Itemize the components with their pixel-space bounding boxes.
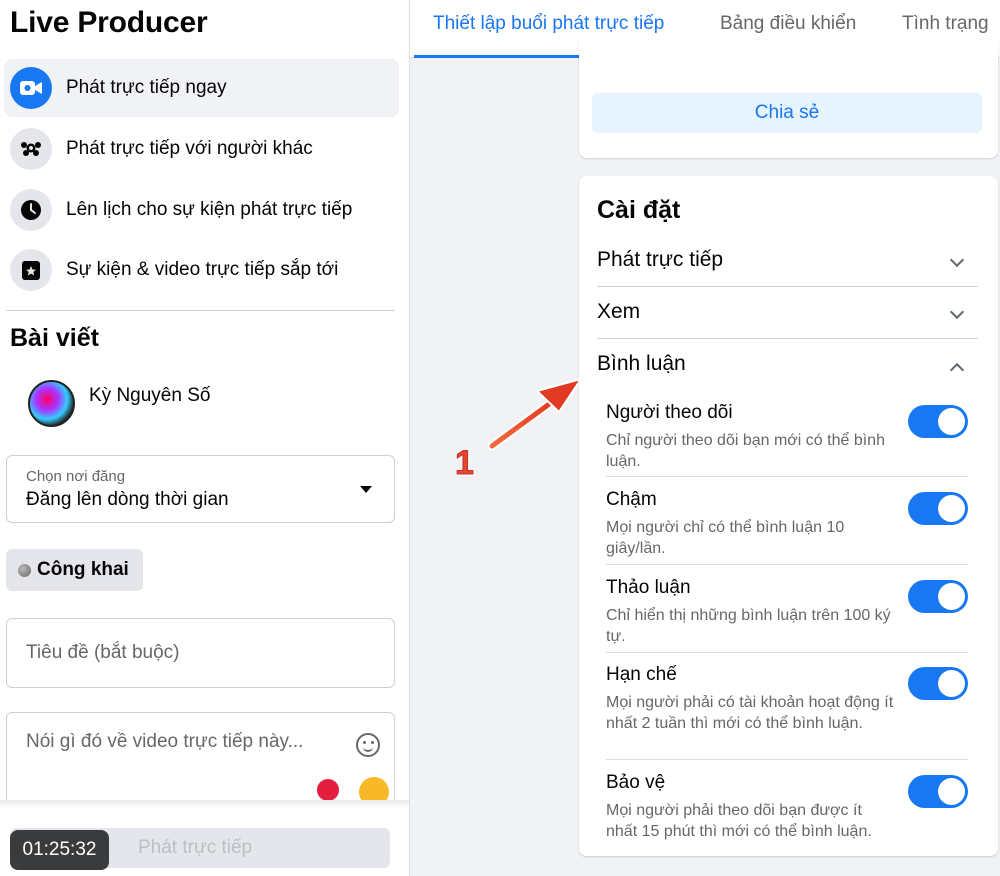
option-description: Mọi người chỉ có thể bình luận 10 giây/l… [606, 519, 845, 557]
post-heading: Bài viết [10, 324, 99, 352]
settings-title: Cài đặt [597, 196, 681, 224]
avatar [28, 380, 75, 427]
toggle-switch[interactable] [908, 580, 968, 613]
divider [606, 564, 968, 565]
annotation-label: 1 [455, 444, 475, 483]
section-label: Bình luận [597, 352, 686, 375]
chevron-up-icon [949, 362, 965, 378]
option-description: Chỉ hiển thị những bình luận trên 100 ký… [606, 607, 891, 645]
toggle-switch[interactable] [908, 667, 968, 700]
share-card: Chia sẻ [579, 40, 998, 158]
option-title: Bảo vệ [606, 772, 666, 793]
sidebar-item-label: Sự kiện & video trực tiếp sắp tới [66, 259, 339, 280]
option-title: Người theo dõi [606, 402, 733, 423]
sidebar-item-label: Lên lịch cho sự kiện phát trực tiếp [66, 199, 353, 220]
chevron-down-icon [949, 304, 965, 320]
privacy-button[interactable]: Công khai [6, 549, 143, 591]
video-camera-icon [10, 67, 52, 109]
app-title: Live Producer [10, 6, 208, 39]
post-destination-value: Đăng lên dòng thời gian [26, 489, 229, 510]
settings-card: Cài đặt Phát trực tiếp Xem Bình luận Ngư… [579, 176, 998, 856]
emoji-icon[interactable] [356, 733, 380, 757]
tab-dashboard[interactable]: Bảng điều khiển [720, 13, 856, 35]
divider [606, 476, 968, 477]
chevron-down-icon [949, 252, 965, 268]
divider [606, 759, 968, 760]
toggle-switch[interactable] [908, 492, 968, 525]
post-destination-select[interactable]: Chọn nơi đăng Đăng lên dòng thời gian [6, 455, 395, 523]
tab-status[interactable]: Tình trạng [902, 13, 989, 35]
author-name: Kỳ Nguyên Số [89, 384, 211, 406]
sidebar-item-go-live-with-others[interactable]: Phát trực tiếp với người khác [4, 120, 399, 178]
clock-icon [10, 189, 52, 231]
timer-badge: 01:25:32 [10, 830, 109, 870]
description-placeholder: Nói gì đó về video trực tiếp này... [26, 731, 304, 752]
caret-down-icon [360, 486, 372, 493]
share-button[interactable]: Chia sẻ [592, 93, 982, 133]
post-destination-label: Chọn nơi đăng [26, 468, 126, 485]
tag-icon[interactable] [317, 779, 339, 801]
sidebar-item-upcoming-events[interactable]: Sự kiện & video trực tiếp sắp tới [4, 241, 399, 299]
option-title: Hạn chế [606, 664, 677, 685]
option-title: Thảo luận [606, 577, 691, 598]
post-author: Kỳ Nguyên Số [28, 380, 210, 427]
sidebar-item-label: Phát trực tiếp với người khác [66, 138, 313, 159]
section-label: Phát trực tiếp [597, 248, 724, 271]
title-input[interactable]: Tiêu đề (bắt buộc) [6, 618, 395, 688]
right-panel: Thiết lập buổi phát trực tiếp Bảng điều … [409, 0, 1000, 876]
option-description: Mọi người phải theo dõi bạn được ít nhất… [606, 802, 872, 840]
globe-icon [18, 563, 31, 577]
option-title: Chậm [606, 489, 657, 510]
calendar-star-icon [10, 249, 52, 291]
toggle-switch[interactable] [908, 405, 968, 438]
description-input[interactable]: Nói gì đó về video trực tiếp này... [6, 712, 395, 812]
section-label: Xem [597, 300, 641, 323]
option-description: Mọi người phải có tài khoản hoạt động ít… [606, 694, 894, 732]
group-icon [10, 128, 52, 170]
sidebar-item-go-live-now[interactable]: Phát trực tiếp ngay [4, 59, 399, 117]
divider [606, 652, 968, 653]
privacy-label: Công khai [37, 559, 129, 580]
section-comments[interactable]: Bình luận [597, 339, 978, 391]
left-panel: Live Producer Phát trực tiếp ngay Phát t… [0, 0, 409, 876]
sidebar-item-schedule-live[interactable]: Lên lịch cho sự kiện phát trực tiếp [4, 181, 399, 239]
toggle-switch[interactable] [908, 775, 968, 808]
divider [6, 310, 395, 311]
section-view[interactable]: Xem [597, 287, 978, 339]
sidebar-item-label: Phát trực tiếp ngay [66, 77, 227, 98]
section-live[interactable]: Phát trực tiếp [597, 235, 978, 287]
option-description: Chỉ người theo dõi bạn mới có thể bình l… [606, 432, 885, 470]
bottom-shade [0, 800, 409, 808]
tab-setup[interactable]: Thiết lập buổi phát trực tiếp [433, 13, 664, 35]
